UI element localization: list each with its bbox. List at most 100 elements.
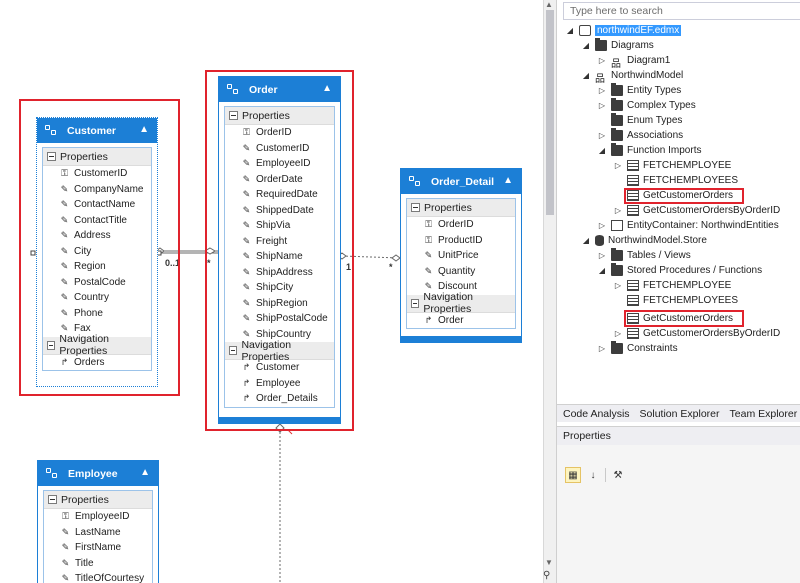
property-row[interactable]: ✎ ShipRegion [225,296,334,312]
navigation-properties-section[interactable]: Navigation Properties [407,291,515,315]
collapse-icon[interactable] [47,152,56,161]
property-row[interactable]: ⚿ ProductID [407,233,515,249]
tree-node-entity-container[interactable]: ▷ EntityContainer: NorthwindEntities [597,218,779,233]
tree-node-entity-types[interactable]: ▷ Entity Types [597,83,681,98]
tree-node-model[interactable]: ◢ 品 NorthwindModel [581,68,683,85]
zoom-icon[interactable]: ⚲ [543,570,555,582]
property-row[interactable]: ✎ PostalCode [43,275,151,291]
property-row[interactable]: ✎ ShipAddress [225,265,334,281]
expand-arrow-icon[interactable]: ▷ [597,221,607,230]
property-row[interactable]: ✎ Country [43,290,151,306]
expand-arrow-icon[interactable]: ▷ [597,131,607,140]
entity-employee-header[interactable]: Employee ▲ [38,461,158,486]
tree-node-sp-fetchemployee[interactable]: ▷ FETCHEMPLOYEE [613,278,731,293]
collapse-icon[interactable] [47,340,56,350]
expand-arrow-icon[interactable]: ▷ [597,251,607,260]
property-row[interactable]: ✎ City [43,244,151,260]
collapse-icon[interactable] [229,346,238,355]
navigation-property-row[interactable]: ↱ Employee [225,376,334,392]
chevron-up-icon[interactable]: ▲ [322,83,332,94]
tree-node-stored-procedures[interactable]: ◢ Stored Procedures / Functions [597,263,762,278]
property-row[interactable]: ✎ ShipName [225,249,334,265]
property-row[interactable]: ✎ UnitPrice [407,248,515,264]
property-row[interactable]: ✎ CustomerID [225,141,334,157]
entity-customer[interactable]: Customer ▲ Properties ⚿ CustomerID ✎ Compan… [36,117,158,387]
property-row[interactable]: ✎ TitleOfCourtesy [44,571,152,583]
scroll-down-icon[interactable]: ▼ [545,558,553,567]
property-row[interactable]: ✎ EmployeeID [225,156,334,172]
collapse-arrow-icon[interactable]: ◢ [565,26,575,35]
tab-code-analysis[interactable]: Code Analysis [557,408,634,420]
navigation-property-row[interactable]: ↱ Order_Details [225,391,334,407]
tree-node-diagrams[interactable]: ◢ Diagrams [581,38,654,53]
tree-node-constraints[interactable]: ▷ Constraints [597,341,678,356]
entity-customer-header[interactable]: Customer ▲ [37,118,157,143]
scroll-up-icon[interactable]: ▲ [545,0,553,9]
property-row[interactable]: ✎ Title [44,556,152,572]
property-row[interactable]: ✎ Address [43,228,151,244]
property-row[interactable]: ✎ ShipCity [225,280,334,296]
collapse-arrow-icon[interactable]: ◢ [581,41,591,50]
property-row[interactable]: ✎ LastName [44,525,152,541]
categorized-icon[interactable]: ▦ [565,467,581,483]
entity-order-detail[interactable]: Order_Detail ▲ Properties ⚿ OrderID ⚿ Produ… [400,168,522,343]
property-row[interactable]: ✎ Freight [225,234,334,250]
model-browser-search-input[interactable]: Type here to search [563,2,800,20]
property-row[interactable]: ⚿ CustomerID [43,166,151,182]
property-row[interactable]: ✎ ShipPostalCode [225,311,334,327]
tree-node-function-imports[interactable]: ◢ Function Imports [597,143,701,158]
property-row[interactable]: ✎ ContactName [43,197,151,213]
collapse-icon[interactable] [411,203,420,212]
expand-arrow-icon[interactable]: ▷ [597,101,607,110]
tree-node-sp-getcustomerordersbyorderid[interactable]: ▷ GetCustomerOrdersByOrderID [613,326,780,341]
collapse-icon[interactable] [411,298,420,308]
entity-designer-canvas[interactable]: 0..1 * 1 * Customer ▲ Properties ⚿ Custom… [0,0,543,583]
collapse-arrow-icon[interactable]: ◢ [581,236,591,245]
tree-node-fi-fetchemployees[interactable]: FETCHEMPLOYEES [627,173,738,188]
expand-arrow-icon[interactable]: ▷ [597,56,607,65]
expand-arrow-icon[interactable]: ▷ [613,329,623,338]
tree-node-enum-types[interactable]: Enum Types [611,113,682,128]
tree-node-root[interactable]: ◢ northwindEF.edmx [565,23,682,38]
collapse-arrow-icon[interactable]: ◢ [597,146,607,155]
tree-node-tables-views[interactable]: ▷ Tables / Views [597,248,691,263]
expand-arrow-icon[interactable]: ▷ [613,206,623,215]
properties-section[interactable]: Properties [407,199,515,217]
alphabetical-icon[interactable]: ↓ [585,467,601,483]
properties-section[interactable]: Properties [44,491,152,509]
entity-order[interactable]: Order ▲ Properties ⚿ OrderID ✎ CustomerID ✎ E… [218,76,341,424]
tree-node-sp-fetchemployees[interactable]: FETCHEMPLOYEES [627,293,738,308]
property-row[interactable]: ⚿ OrderID [225,125,334,141]
scrollbar-thumb[interactable] [546,10,554,215]
property-row[interactable]: ⚿ EmployeeID [44,509,152,525]
tab-team-explorer[interactable]: Team Explorer [724,408,800,420]
tree-node-diagram1[interactable]: ▷ 品 Diagram1 [597,53,670,70]
property-row[interactable]: ✎ ShipVia [225,218,334,234]
property-row[interactable]: ✎ RequiredDate [225,187,334,203]
expand-arrow-icon[interactable]: ▷ [597,344,607,353]
chevron-up-icon[interactable]: ▲ [503,175,513,186]
wrench-icon[interactable]: ⚒ [610,467,626,483]
expand-arrow-icon[interactable]: ▷ [597,86,607,95]
tree-node-fi-fetchemployee[interactable]: ▷ FETCHEMPLOYEE [613,158,731,173]
property-row[interactable]: ✎ ShippedDate [225,203,334,219]
property-row[interactable]: ✎ FirstName [44,540,152,556]
expand-arrow-icon[interactable]: ▷ [613,281,623,290]
collapse-arrow-icon[interactable]: ◢ [581,71,591,80]
chevron-up-icon[interactable]: ▲ [139,124,149,135]
properties-section[interactable]: Properties [43,148,151,166]
collapse-icon[interactable] [48,495,57,504]
tree-node-complex-types[interactable]: ▷ Complex Types [597,98,696,113]
chevron-up-icon[interactable]: ▲ [140,467,150,478]
navigation-properties-section[interactable]: Navigation Properties [43,333,151,357]
property-row[interactable]: ✎ Phone [43,306,151,322]
property-row[interactable]: ✎ ContactTitle [43,213,151,229]
property-row[interactable]: ✎ Quantity [407,264,515,280]
entity-order-header[interactable]: Order ▲ [219,77,340,102]
navigation-properties-section[interactable]: Navigation Properties [225,339,334,363]
property-row[interactable]: ✎ CompanyName [43,182,151,198]
property-row[interactable]: ⚿ OrderID [407,217,515,233]
entity-order-detail-header[interactable]: Order_Detail ▲ [401,169,521,194]
expand-arrow-icon[interactable]: ▷ [613,161,623,170]
property-row[interactable]: ✎ OrderDate [225,172,334,188]
